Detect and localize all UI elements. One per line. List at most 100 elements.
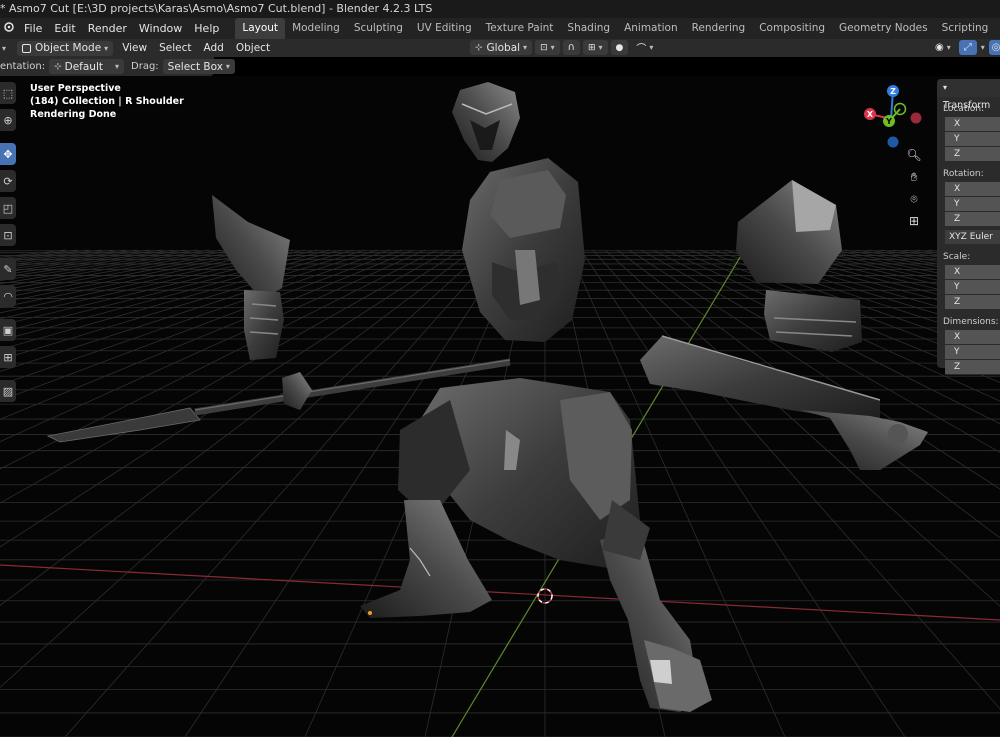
tab-texture-paint[interactable]: Texture Paint xyxy=(479,18,561,39)
menu-window[interactable]: Window xyxy=(133,18,188,39)
transform-panel: ▾ Transform Location: X Y Z Rotation: X … xyxy=(937,79,1000,375)
tab-modeling[interactable]: Modeling xyxy=(285,18,347,39)
tool-settings-bar: entation: ⊹ Default ▾ Drag: Select Box ▾ xyxy=(0,57,235,76)
gizmo-toggle[interactable]: ⤢ xyxy=(958,40,977,55)
scale-x-field[interactable]: X xyxy=(945,265,1000,280)
tab-uv-editing[interactable]: UV Editing xyxy=(410,18,479,39)
viewport-menu-object[interactable]: Object xyxy=(230,42,276,54)
tab-sculpting[interactable]: Sculpting xyxy=(347,18,410,39)
menu-help[interactable]: Help xyxy=(188,18,225,39)
tool-annotate[interactable]: ✎ xyxy=(0,258,16,280)
protractor-icon: ◠ xyxy=(3,289,13,303)
tab-animation[interactable]: Animation xyxy=(617,18,685,39)
visibility-toggle[interactable]: ◉ ▾ xyxy=(930,40,956,55)
tool-add-cube[interactable]: ▣ xyxy=(0,319,16,341)
viewport-right-controls: ◉ ▾ ⤢ ▾ ◎ xyxy=(930,40,1000,55)
model-head xyxy=(452,82,520,162)
chevron-down-icon: ▾ xyxy=(598,43,603,52)
tab-scripting[interactable]: Scripting xyxy=(935,18,996,39)
tool-move[interactable]: ✥ xyxy=(0,143,16,165)
tool-rotate[interactable]: ⟳ xyxy=(0,170,16,192)
rotation-z-field[interactable]: Z xyxy=(945,212,1000,227)
location-z-field[interactable]: Z xyxy=(945,147,1000,162)
overlay-toggle[interactable]: ◎ xyxy=(988,40,1000,55)
editor-type-button[interactable]: ▾ xyxy=(0,41,8,56)
tool-add-object[interactable]: ⊞ xyxy=(0,346,16,368)
snap-toggle[interactable]: ∩ xyxy=(562,40,580,55)
tab-rendering[interactable]: Rendering xyxy=(685,18,753,39)
tool-extra[interactable]: ▨ xyxy=(0,380,16,402)
grid-line xyxy=(0,249,282,309)
add-workspace-button[interactable]: + xyxy=(995,18,1000,39)
viewport-menu-view[interactable]: View xyxy=(116,42,153,54)
eye-icon: ◉ xyxy=(935,42,944,53)
zoom-view-button[interactable]: 🔍︎ xyxy=(905,146,923,164)
gizmo-z-negative[interactable] xyxy=(887,136,899,148)
grid-line xyxy=(0,249,390,386)
tab-compositing[interactable]: Compositing xyxy=(752,18,832,39)
transform-orientation-select[interactable]: ⊹ Global ▾ xyxy=(470,40,533,55)
pivot-point-button[interactable]: ⊡ ▾ xyxy=(535,40,560,55)
dimensions-y-field[interactable]: Y xyxy=(945,345,1000,360)
viewport-menu-select[interactable]: Select xyxy=(153,42,197,54)
rotation-y-field[interactable]: Y xyxy=(945,197,1000,212)
gizmo-x-negative[interactable] xyxy=(910,112,922,124)
snap-target-select[interactable]: ⊞ ▾ xyxy=(582,40,608,55)
collection-text: (184) Collection | R Shoulder xyxy=(30,96,184,107)
orientation-value: Default xyxy=(64,60,103,73)
grid-line xyxy=(0,249,270,304)
dimensions-z-field[interactable]: Z xyxy=(945,360,1000,375)
object-origin-point xyxy=(368,611,372,615)
falloff-select[interactable]: ⌒ ▾ xyxy=(631,40,658,55)
location-x-field[interactable]: X xyxy=(945,117,1000,132)
perspective-toggle-button[interactable]: ⊞ xyxy=(905,212,923,230)
proportional-icon: ● xyxy=(615,42,624,53)
chevron-down-icon: ▾ xyxy=(946,43,951,52)
render-status-text: Rendering Done xyxy=(30,109,117,120)
rotation-label: Rotation: xyxy=(943,169,984,179)
grid-line xyxy=(0,249,198,282)
pan-view-button[interactable]: ✋︎ xyxy=(905,168,923,186)
viewport-menu-add[interactable]: Add xyxy=(198,42,230,54)
chevron-down-icon: ▾ xyxy=(550,43,555,52)
grid-line xyxy=(0,249,162,274)
image-icon: ▨ xyxy=(2,384,14,398)
camera-view-button[interactable]: ⌾ xyxy=(905,190,923,208)
menu-render[interactable]: Render xyxy=(82,18,133,39)
rotation-mode-select[interactable]: XYZ Euler xyxy=(945,230,1000,245)
transform-icon: ⊡ xyxy=(3,228,13,242)
viewport-info-overlay: User Perspective (184) Collection | R Sh… xyxy=(30,82,184,121)
tool-cursor[interactable]: ⊕ xyxy=(0,109,16,131)
snap-increment-icon: ⊞ xyxy=(587,42,596,53)
rotate-icon: ⟳ xyxy=(3,174,13,188)
workspace-tabs: Layout Modeling Sculpting UV Editing Tex… xyxy=(235,18,1000,39)
falloff-curve-icon: ⌒ xyxy=(636,44,647,55)
proportional-edit-toggle[interactable]: ● xyxy=(610,40,629,55)
tool-scale[interactable]: ◰ xyxy=(0,197,16,219)
drag-select[interactable]: Select Box ▾ xyxy=(162,59,235,74)
gizmo-options[interactable]: ▾ xyxy=(980,40,986,55)
tab-geometry-nodes[interactable]: Geometry Nodes xyxy=(832,18,935,39)
menu-file[interactable]: File xyxy=(18,18,48,39)
rotation-x-field[interactable]: X xyxy=(945,182,1000,197)
scale-y-field[interactable]: Y xyxy=(945,280,1000,295)
gizmo-icon: ⤢ xyxy=(963,42,972,53)
dimensions-x-field[interactable]: X xyxy=(945,330,1000,345)
orientation-select[interactable]: ⊹ Default ▾ xyxy=(49,59,125,74)
blender-logo-icon[interactable] xyxy=(0,18,18,39)
tool-measure[interactable]: ◠ xyxy=(0,285,16,307)
navigation-gizmo[interactable]: Z X Y xyxy=(858,81,928,151)
scale-z-field[interactable]: Z xyxy=(945,295,1000,310)
tab-shading[interactable]: Shading xyxy=(560,18,617,39)
tool-select-box[interactable]: ⬚ xyxy=(0,82,16,104)
transform-panel-header[interactable]: ▾ Transform xyxy=(937,79,1000,111)
location-y-field[interactable]: Y xyxy=(945,132,1000,147)
menu-edit[interactable]: Edit xyxy=(48,18,81,39)
3d-viewport[interactable]: Z X Y 🔍︎ ✋︎ ⌾ ⊞ xyxy=(0,76,1000,737)
tool-transform[interactable]: ⊡ xyxy=(0,224,16,246)
tab-layout[interactable]: Layout xyxy=(235,18,286,39)
cursor-arrow-icon: ⬚ xyxy=(2,86,14,100)
grid-line xyxy=(0,249,366,361)
mode-select[interactable]: Object Mode ▾ xyxy=(17,40,114,56)
add-cube-icon: ⊞ xyxy=(3,350,13,364)
